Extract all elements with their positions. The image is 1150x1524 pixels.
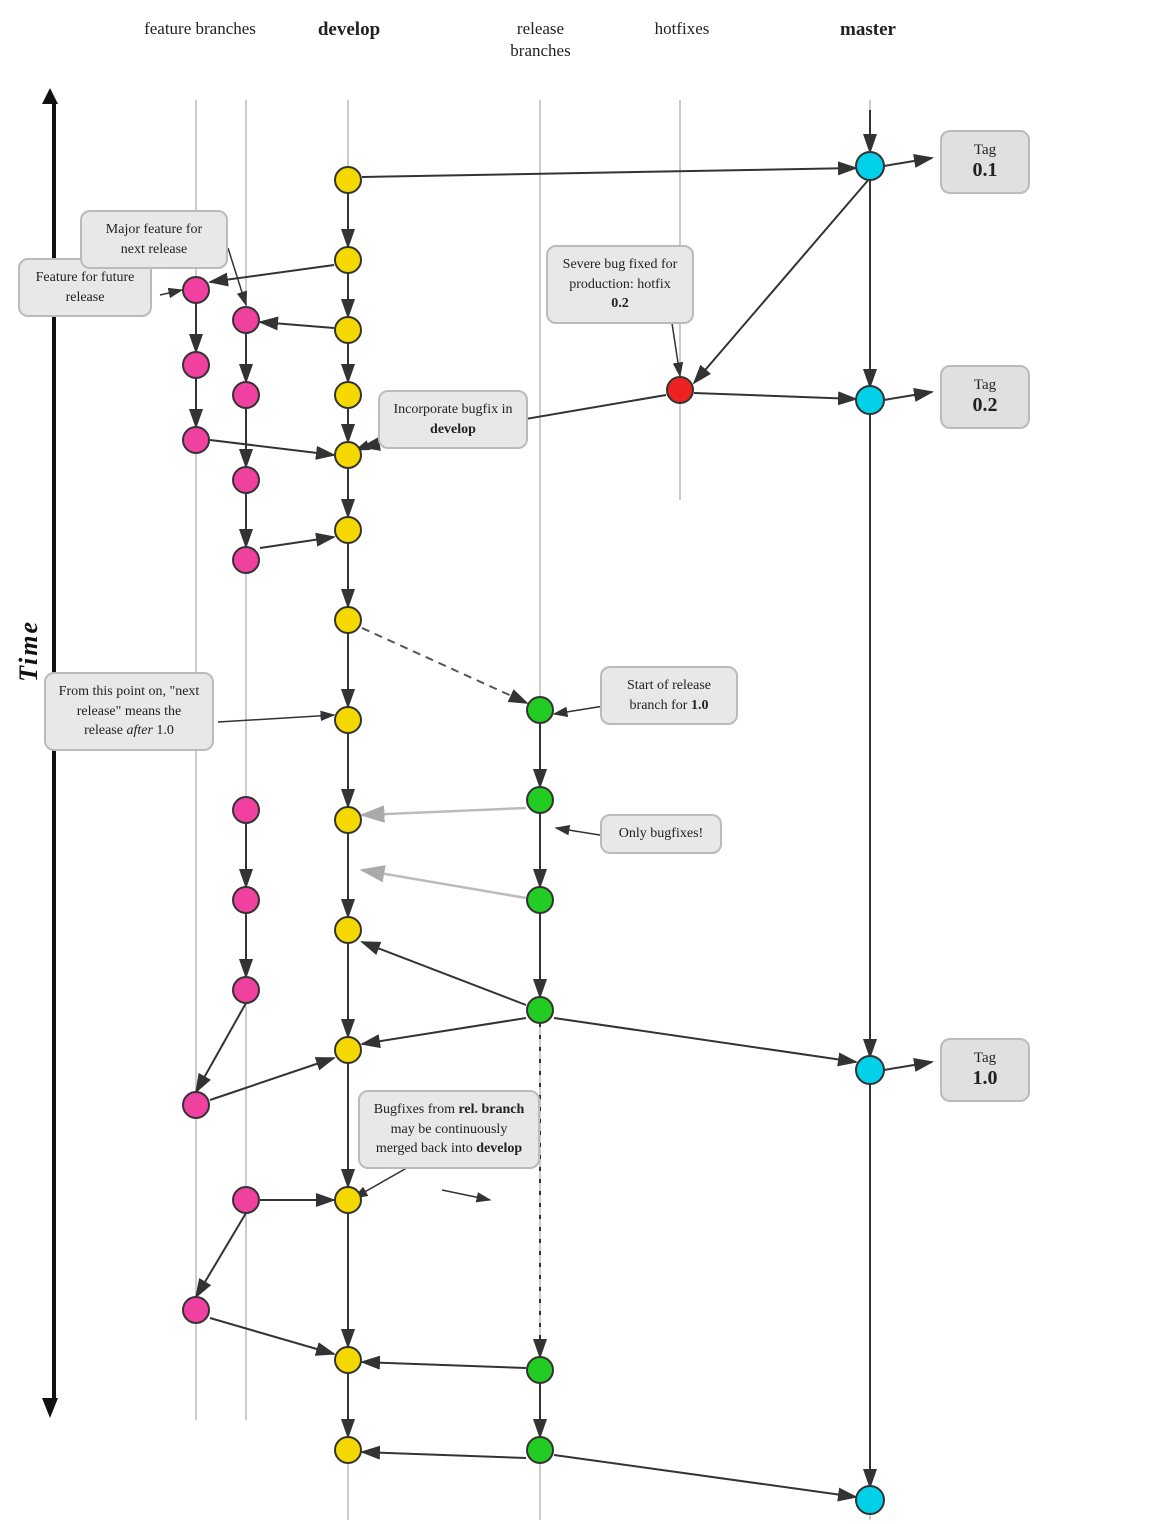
node-develop-10: [334, 916, 362, 944]
node-develop-7: [334, 606, 362, 634]
node-develop-11: [334, 1036, 362, 1064]
callout-start-release: Start of release branch for 1.0: [600, 666, 738, 725]
node-develop-2: [334, 246, 362, 274]
node-feature1-3: [182, 426, 210, 454]
node-master-2: [855, 385, 885, 415]
tag-1.0: Tag 1.0: [940, 1038, 1030, 1102]
node-feature2-9: [232, 1186, 260, 1214]
node-release-3: [526, 886, 554, 914]
tag-0.1: Tag 0.1: [940, 130, 1030, 194]
node-feature2-10: [182, 1296, 210, 1324]
node-feature2-4: [232, 546, 260, 574]
callout-only-bugfixes: Only bugfixes!: [600, 814, 722, 854]
node-release-5: [526, 1356, 554, 1384]
node-master-3: [855, 1055, 885, 1085]
callout-incorporate: Incorporate bugfix in develop: [378, 390, 528, 449]
header-feature: feature branches: [130, 18, 270, 40]
header-develop: develop: [304, 18, 394, 43]
node-master-1: [855, 151, 885, 181]
node-release-2: [526, 786, 554, 814]
callout-major-feature: Major feature for next release: [80, 210, 228, 269]
node-hotfix-1: [666, 376, 694, 404]
node-release-4: [526, 996, 554, 1024]
node-develop-13: [334, 1346, 362, 1374]
callout-bugfixes-rel-branch: Bugfixes from rel. branch may be continu…: [358, 1090, 540, 1169]
node-develop-12: [334, 1186, 362, 1214]
callout-severe-bug: Severe bug fixed for production: hotfix …: [546, 245, 694, 324]
node-develop-5: [334, 441, 362, 469]
diagram: Time feature branches develop releasebra…: [0, 0, 1150, 1524]
header-release: releasebranches: [468, 18, 613, 62]
node-feature2-8: [182, 1091, 210, 1119]
node-develop-4: [334, 381, 362, 409]
node-release-1: [526, 696, 554, 724]
node-feature2-5: [232, 796, 260, 824]
node-feature2-7: [232, 976, 260, 1004]
node-develop-6: [334, 516, 362, 544]
tag-0.2: Tag 0.2: [940, 365, 1030, 429]
node-develop-3: [334, 316, 362, 344]
header-master: master: [818, 18, 918, 43]
node-master-4: [855, 1485, 885, 1515]
time-arrow-bottom: [42, 1398, 58, 1418]
node-develop-1: [334, 166, 362, 194]
header-hotfixes: hotfixes: [622, 18, 742, 40]
node-feature1-2: [182, 351, 210, 379]
node-feature2-2: [232, 381, 260, 409]
node-release-6: [526, 1436, 554, 1464]
node-develop-8: [334, 706, 362, 734]
node-feature1-1: [182, 276, 210, 304]
node-develop-9: [334, 806, 362, 834]
node-feature2-3: [232, 466, 260, 494]
time-label: Time: [14, 620, 44, 682]
node-feature2-1: [232, 306, 260, 334]
node-feature2-6: [232, 886, 260, 914]
node-develop-14: [334, 1436, 362, 1464]
callout-from-this-point: From this point on, "next release" means…: [44, 672, 214, 751]
